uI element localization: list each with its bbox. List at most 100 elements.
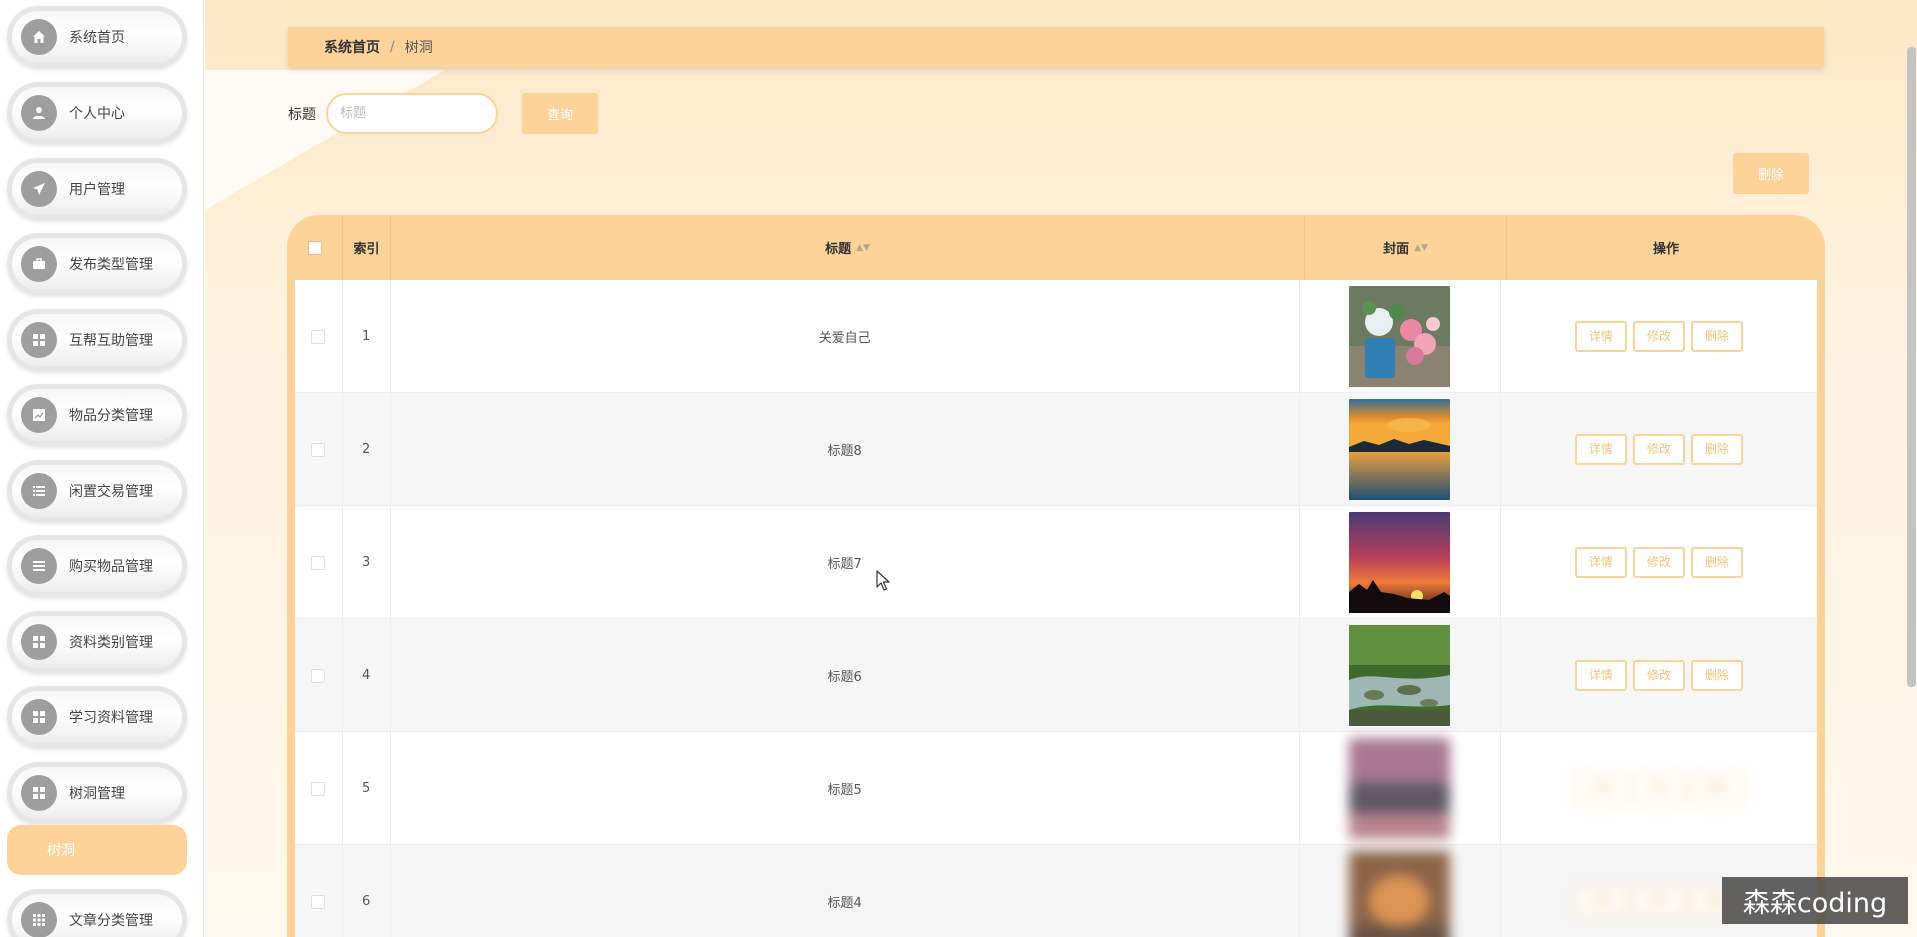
row-title: 关爱自己 <box>391 280 1300 393</box>
sidebar-item-label: 互帮互助管理 <box>69 333 153 349</box>
edit-button[interactable]: 修改 <box>1632 886 1685 917</box>
cover-image-lake-sunset <box>1349 399 1451 500</box>
edit-button[interactable]: 修改 <box>1632 547 1685 578</box>
row-actions: 详情 修改 删除 <box>1501 506 1817 619</box>
row-cover-cell <box>1300 619 1501 732</box>
sidebar-item-post-type-management[interactable]: 发布类型管理 <box>7 233 187 295</box>
cover-image-red-sunset <box>1349 512 1451 613</box>
row-actions: 详情 修改 删除 <box>1501 393 1817 506</box>
header-title-label: 标题 <box>825 242 852 257</box>
row-actions: 详情 修改 删除 <box>1501 280 1817 393</box>
delete-button[interactable]: 删除 <box>1690 434 1743 465</box>
sidebar-item-home[interactable]: 系统首页 <box>7 6 187 68</box>
row-checkbox[interactable] <box>311 555 326 570</box>
delete-button[interactable]: 删除 <box>1690 773 1743 804</box>
sidebar-item-label: 学习资料管理 <box>69 710 153 726</box>
header-title[interactable]: 标题 ▲▼ <box>391 215 1305 280</box>
breadcrumb-home-link[interactable]: 系统首页 <box>324 37 380 57</box>
sidebar-item-label: 树洞管理 <box>69 786 125 802</box>
row-cover-cell <box>1300 280 1501 393</box>
grid-icon <box>21 624 57 660</box>
detail-button[interactable]: 详情 <box>1574 547 1627 578</box>
row-index: 2 <box>343 393 391 506</box>
delete-button[interactable]: 删除 <box>1690 321 1743 352</box>
row-select-cell <box>295 732 343 845</box>
detail-button[interactable]: 详情 <box>1574 321 1627 352</box>
breadcrumb-current: 树洞 <box>404 40 433 56</box>
sidebar-item-label: 闲置交易管理 <box>69 484 153 500</box>
sidebar-item-tree-hole-management[interactable]: 树洞管理 <box>7 762 187 824</box>
sidebar-item-mutual-help-management[interactable]: 互帮互助管理 <box>7 309 187 371</box>
briefcase-icon <box>21 246 57 282</box>
table-row: 5 标题5 详情 修改 删除 <box>295 732 1817 845</box>
sort-icon[interactable]: ▲▼ <box>856 243 870 253</box>
detail-button[interactable]: 详情 <box>1574 434 1627 465</box>
query-button[interactable]: 查询 <box>522 93 598 134</box>
header-cover[interactable]: 封面 ▲▼ <box>1305 215 1507 280</box>
edit-button[interactable]: 修改 <box>1632 321 1685 352</box>
row-cover-cell <box>1300 506 1501 619</box>
delete-button[interactable]: 删除 <box>1690 660 1743 691</box>
background-decoration <box>205 70 445 210</box>
sidebar: 系统首页 个人中心 用户管理 发布类型管理 互帮互助管理 物品分类管理 闲置交易… <box>0 0 204 937</box>
header-select-all-cell <box>287 215 343 280</box>
row-index: 4 <box>343 619 391 732</box>
send-icon <box>21 171 57 207</box>
mouse-pointer-icon <box>876 570 890 591</box>
sidebar-item-purchase-management[interactable]: 购买物品管理 <box>7 535 187 597</box>
edit-button[interactable]: 修改 <box>1632 434 1685 465</box>
row-title: 标题6 <box>391 619 1300 732</box>
sidebar-item-label: 发布类型管理 <box>69 257 153 273</box>
batch-delete-button[interactable]: 删除 <box>1733 153 1809 194</box>
sidebar-subitem-tree-hole[interactable]: 树洞 <box>7 825 187 875</box>
row-title: 标题7 <box>391 506 1300 619</box>
row-title: 标题4 <box>391 845 1300 937</box>
table-header: 索引 标题 ▲▼ 封面 ▲▼ 操作 <box>287 215 1825 280</box>
row-actions: 详情 修改 删除 <box>1501 619 1817 732</box>
sidebar-item-article-category-management[interactable]: 文章分类管理 <box>7 889 187 937</box>
search-title-label: 标题 <box>288 107 316 123</box>
table-row: 2 标题8 详情 修改 删除 <box>295 393 1817 506</box>
cover-image-orange-glow <box>1349 851 1451 937</box>
main-content: 系统首页 / 树洞 标题 查询 删除 索引 标题 ▲▼ 封面 ▲▼ 操作 <box>205 0 1917 937</box>
row-title: 标题5 <box>391 732 1300 845</box>
breadcrumb-separator: / <box>390 39 395 55</box>
detail-button[interactable]: 详情 <box>1574 773 1627 804</box>
sidebar-item-item-category-management[interactable]: 物品分类管理 <box>7 384 187 446</box>
sort-icon[interactable]: ▲▼ <box>1414 243 1428 253</box>
row-checkbox[interactable] <box>311 894 326 909</box>
sidebar-item-material-category-management[interactable]: 资料类别管理 <box>7 611 187 673</box>
select-all-checkbox[interactable] <box>307 240 322 255</box>
detail-button[interactable]: 详情 <box>1574 660 1627 691</box>
sidebar-item-study-material-management[interactable]: 学习资料管理 <box>7 686 187 748</box>
row-select-cell <box>295 845 343 937</box>
row-checkbox[interactable] <box>311 329 326 344</box>
sidebar-item-personal-center[interactable]: 个人中心 <box>7 82 187 144</box>
search-title-input[interactable] <box>326 93 498 134</box>
row-cover-cell <box>1300 732 1501 845</box>
delete-button[interactable]: 删除 <box>1690 547 1743 578</box>
sidebar-item-label: 物品分类管理 <box>69 408 153 424</box>
edit-button[interactable]: 修改 <box>1632 773 1685 804</box>
grid-icon <box>21 322 57 358</box>
row-index: 3 <box>343 506 391 619</box>
detail-button[interactable]: 详情 <box>1574 886 1627 917</box>
page-scrollbar[interactable] <box>1907 47 1916 687</box>
row-select-cell <box>295 280 343 393</box>
row-checkbox[interactable] <box>311 668 326 683</box>
row-cover-cell <box>1300 393 1501 506</box>
cover-image-forest-stream <box>1349 625 1451 726</box>
sidebar-item-user-management[interactable]: 用户管理 <box>7 158 187 220</box>
row-checkbox[interactable] <box>311 781 326 796</box>
table-body: 1 关爱自己 详情 修改 删除 2 标题8 详情 修改 删除 3 标题7 详情 … <box>295 280 1817 937</box>
cover-image-flowers <box>1349 286 1451 387</box>
menu-icon <box>21 548 57 584</box>
row-cover-cell <box>1300 845 1501 937</box>
row-index: 5 <box>343 732 391 845</box>
sidebar-item-label: 购买物品管理 <box>69 559 153 575</box>
row-checkbox[interactable] <box>311 442 326 457</box>
sidebar-item-idle-trade-management[interactable]: 闲置交易管理 <box>7 460 187 522</box>
list-icon <box>21 473 57 509</box>
edit-button[interactable]: 修改 <box>1632 660 1685 691</box>
sidebar-item-label: 文章分类管理 <box>69 913 153 929</box>
